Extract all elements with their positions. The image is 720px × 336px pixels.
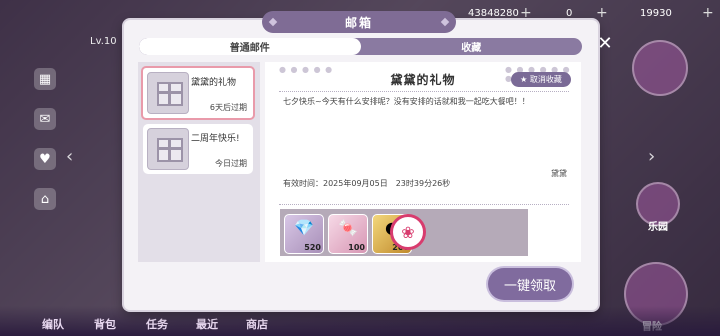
diamond-count: 19930 — [640, 8, 672, 19]
add-gold-icon[interactable]: + — [520, 5, 532, 21]
nav-team[interactable]: 编队 — [42, 316, 64, 332]
gift-thumbnail — [147, 128, 189, 170]
menu-grid-icon[interactable]: ▦ — [34, 68, 56, 90]
mail-item[interactable]: 黛黛的礼物 6天后过期 — [141, 66, 255, 120]
nav-task[interactable]: 任务 — [146, 316, 168, 332]
paradise-label: 乐园 — [648, 222, 668, 233]
handshake-icon[interactable]: ♥ — [34, 148, 56, 170]
hanger-icon[interactable]: ⌂ — [34, 188, 56, 210]
nav-recent[interactable]: 最近 — [196, 316, 218, 332]
claim-all-button[interactable]: 一键领取 — [488, 268, 572, 300]
tab-normal-mail[interactable]: 普通邮件 — [139, 38, 361, 55]
divider — [279, 91, 569, 92]
gold-count: 43848280 — [468, 8, 519, 19]
arrow-right-icon[interactable]: › — [648, 146, 655, 167]
event-banner-icon[interactable] — [632, 40, 688, 96]
star-icon: ★ — [520, 75, 530, 84]
item-count: 520 — [304, 243, 321, 252]
gift-icon — [157, 138, 183, 162]
gift-icon — [157, 82, 183, 106]
mail-list: 黛黛的礼物 6天后过期 二周年快乐! 今日过期 — [138, 62, 260, 262]
add-gem-icon[interactable]: + — [596, 5, 608, 21]
candy-icon: 🍬 — [338, 218, 358, 237]
left-hud: Lv.10 ▦ ✉ ♥ ⌂ — [0, 0, 125, 336]
item-count: 100 — [348, 243, 365, 252]
valid-time: 有效时间：2025年09月05日 23时39分26秒 — [283, 179, 451, 188]
diamond-icon: 💎 — [294, 218, 314, 237]
arrow-left-icon[interactable]: ‹ — [66, 146, 73, 167]
mail-item[interactable]: 二周年快乐! 今日过期 — [143, 124, 253, 174]
attachment-item[interactable]: 🍬 100 — [328, 214, 368, 254]
gift-thumbnail — [147, 72, 189, 114]
tab-favorites[interactable]: 收藏 — [361, 38, 583, 55]
dialog-title: 邮箱 — [262, 11, 456, 33]
nav-shop[interactable]: 商店 — [246, 316, 268, 332]
attachment-item[interactable]: 💎 520 — [284, 214, 324, 254]
mail-sender: 黛黛 — [551, 169, 567, 178]
nav-bag[interactable]: 背包 — [94, 316, 116, 332]
player-level: Lv.10 — [90, 36, 117, 47]
received-stamp-icon: ❀ — [390, 214, 426, 250]
mail-title: 黛黛的礼物 — [191, 78, 237, 88]
uncollect-label: 取消收藏 — [529, 75, 562, 84]
mail-body: 七夕快乐~今天有什么安排呢？没有安排的话就和我一起吃大餐吧！！ — [283, 97, 530, 106]
gem-count: 0 — [566, 8, 573, 19]
divider — [279, 204, 569, 205]
mail-icon[interactable]: ✉ — [34, 108, 56, 130]
close-icon[interactable]: ✕ — [596, 33, 614, 54]
add-diamond-icon[interactable]: + — [702, 5, 714, 21]
mail-expiry: 6天后过期 — [209, 103, 247, 112]
mail-tabs: 普通邮件 收藏 — [139, 38, 582, 55]
uncollect-button[interactable]: ★ 取消收藏 — [511, 72, 571, 87]
mail-title: 二周年快乐! — [191, 134, 240, 144]
mail-expiry: 今日过期 — [215, 159, 247, 168]
